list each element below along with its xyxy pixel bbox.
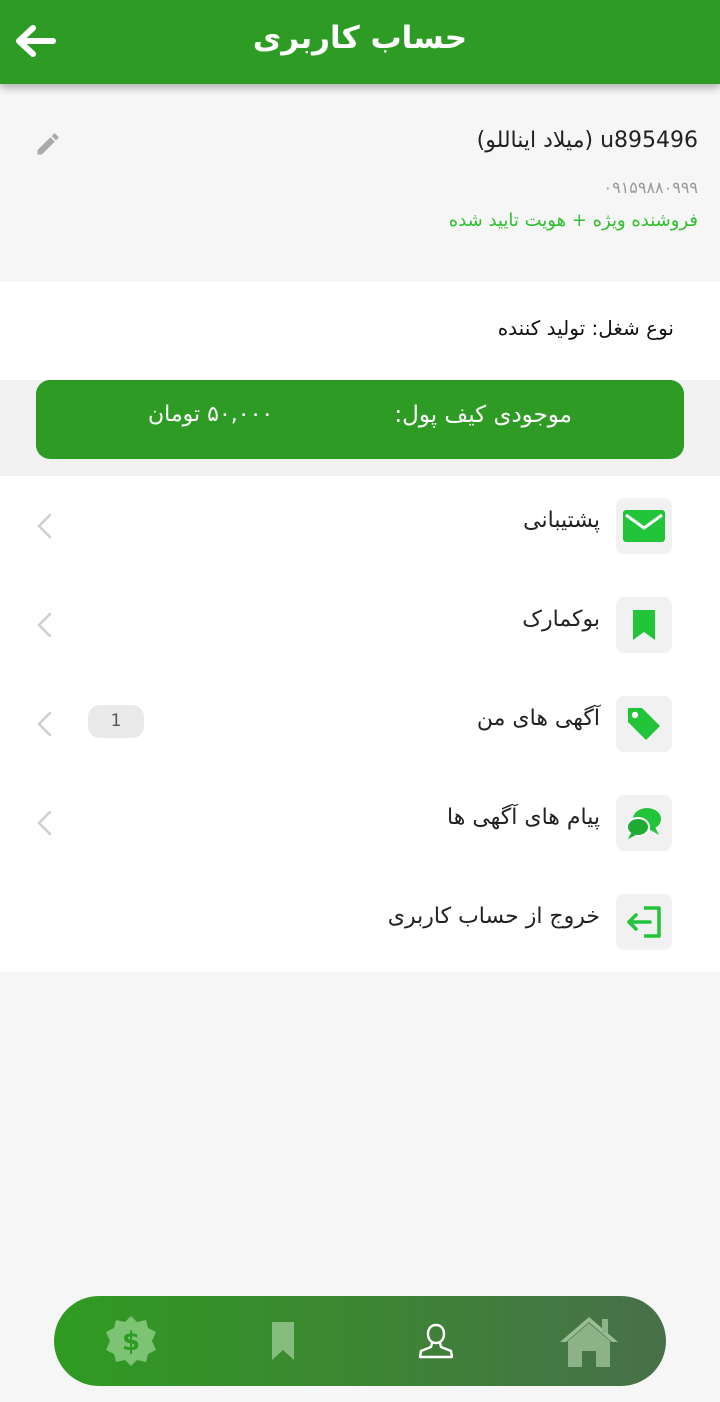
mail-icon [623, 510, 665, 542]
tag-icon [628, 708, 660, 740]
chevron-left-icon [37, 513, 52, 539]
username: u895496 (میلاد ایناللو) [476, 128, 698, 153]
home-icon [560, 1317, 618, 1367]
menu-item-label: آگهی های من [476, 706, 600, 731]
edit-profile-button[interactable] [34, 130, 62, 158]
wallet-badge-icon: $ [106, 1316, 156, 1366]
menu-item-label: پشتیبانی [523, 508, 600, 533]
menu-icon-box [616, 696, 672, 752]
bookmark-icon [633, 610, 655, 640]
menu-item-support[interactable]: پشتیبانی [0, 476, 720, 575]
wallet-label: موجودی کیف پول: [394, 402, 572, 428]
page-title: حساب کاربری [252, 20, 468, 56]
svg-text:$: $ [122, 1327, 140, 1357]
nav-bookmarks[interactable] [248, 1306, 318, 1376]
menu-icon-box [616, 498, 672, 554]
nav-home[interactable] [554, 1306, 624, 1376]
menu-icon-box [616, 795, 672, 851]
phone-number: ۰۹۱۵۹۸۸۰۹۹۹ [603, 178, 698, 197]
wallet-balance-button[interactable]: موجودی کیف پول: ۵۰,۰۰۰ تومان [36, 380, 684, 459]
wallet-section: موجودی کیف پول: ۵۰,۰۰۰ تومان [0, 380, 720, 476]
count-badge: 1 [88, 705, 144, 738]
wallet-amount: ۵۰,۰۰۰ تومان [148, 402, 274, 427]
menu-item-logout[interactable]: خروج از حساب کاربری [0, 872, 720, 971]
chevron-left-icon [37, 711, 52, 737]
menu-list: پشتیبانی بوکمارک آگهی های من 1 پیام های … [0, 476, 720, 972]
bookmark-icon [272, 1322, 294, 1360]
chevron-left-icon [37, 612, 52, 638]
menu-item-ad-messages[interactable]: پیام های آگهی ها [0, 773, 720, 872]
job-type: نوع شغل: تولید کننده [497, 316, 674, 340]
seller-status: فروشنده ویژه + هویت تایید شده [448, 210, 698, 231]
nav-profile[interactable] [401, 1306, 471, 1376]
app-bar: حساب کاربری [0, 0, 720, 84]
menu-item-label: بوکمارک [522, 607, 600, 632]
menu-icon-box [616, 894, 672, 950]
profile-section: u895496 (میلاد ایناللو) ۰۹۱۵۹۸۸۰۹۹۹ فروش… [0, 84, 720, 266]
menu-icon-box [616, 597, 672, 653]
bottom-navigation: $ [54, 1296, 666, 1386]
menu-item-label: خروج از حساب کاربری [387, 904, 600, 929]
nav-wallet[interactable]: $ [96, 1306, 166, 1376]
job-type-section: نوع شغل: تولید کننده [0, 282, 720, 380]
logout-icon [627, 906, 661, 938]
menu-item-label: پیام های آگهی ها [447, 805, 600, 830]
menu-item-bookmarks[interactable]: بوکمارک [0, 575, 720, 674]
chevron-left-icon [37, 810, 52, 836]
pencil-icon [37, 133, 59, 155]
menu-item-my-ads[interactable]: آگهی های من 1 [0, 674, 720, 773]
chat-bubbles-icon [626, 808, 661, 839]
user-icon [418, 1323, 454, 1359]
